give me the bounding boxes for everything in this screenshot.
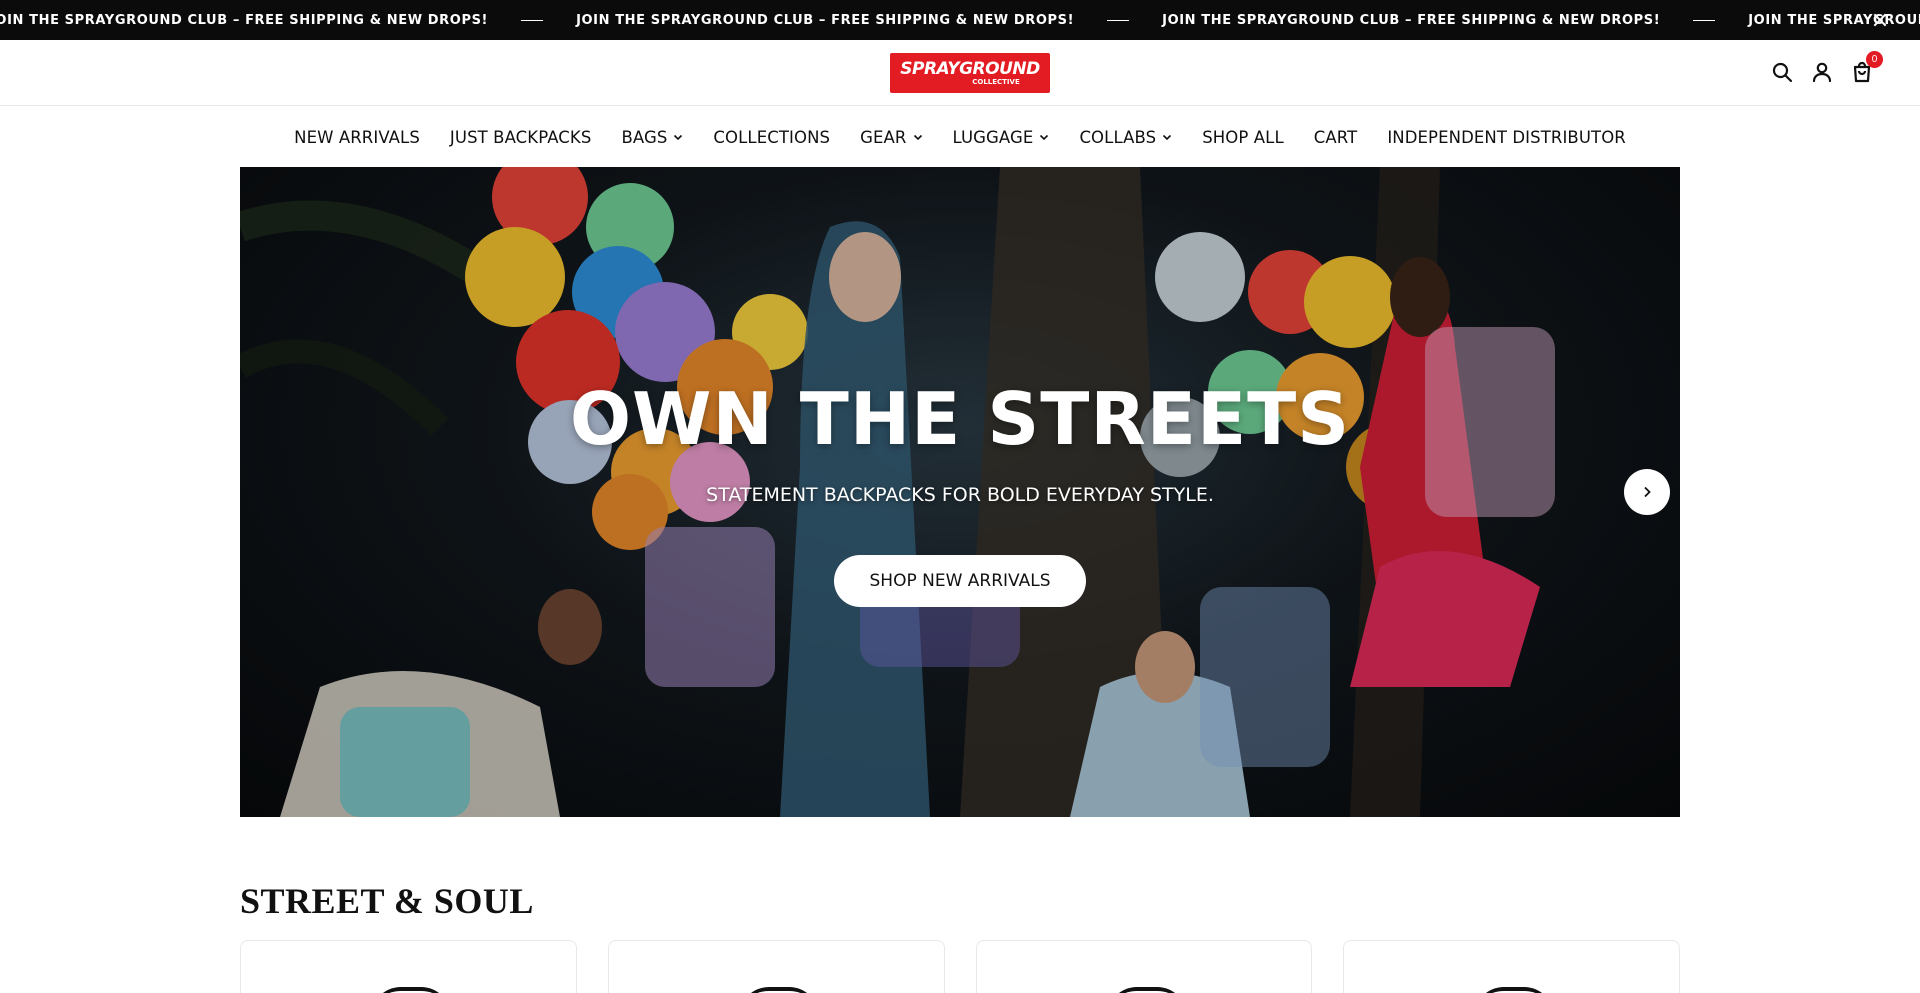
section-title: STREET & SOUL: [240, 881, 534, 921]
product-card[interactable]: [240, 940, 577, 993]
product-image: [1474, 987, 1555, 993]
product-card[interactable]: [1343, 940, 1680, 993]
announcement-message[interactable]: JOIN THE SPRAYGROUND CLUB – FREE SHIPPIN…: [576, 13, 1074, 28]
hero-title: OWN THE STREETS: [569, 377, 1351, 461]
nav-item-collabs[interactable]: COLLABS: [1079, 128, 1172, 147]
site-header: SPRAYGROUND COLLECTIVE 0: [0, 40, 1920, 106]
nav-item-luggage[interactable]: LUGGAGE: [953, 128, 1050, 147]
product-card[interactable]: [975, 940, 1313, 993]
chevron-down-icon: [674, 134, 683, 141]
announcement-bar: JOIN THE SPRAYGROUND CLUB – FREE SHIPPIN…: [0, 0, 1920, 40]
nav-item-new-arrivals[interactable]: NEW ARRIVALS: [294, 128, 420, 147]
logo-subtitle: COLLECTIVE: [972, 78, 1020, 86]
nav-item-cart[interactable]: CART: [1314, 128, 1358, 147]
cart-count-badge: 0: [1866, 51, 1883, 68]
product-card[interactable]: [607, 940, 945, 993]
chevron-down-icon: [1040, 134, 1049, 141]
nav-item-label: BAGS: [621, 127, 668, 147]
announcement-divider: [1107, 19, 1130, 21]
nav-item-label: LUGGAGE: [952, 127, 1034, 147]
cart-button[interactable]: 0: [1850, 51, 1883, 84]
nav-item-label: JUST BACKPACKS: [449, 127, 592, 147]
nav-item-label: INDEPENDENT DISTRIBUTOR: [1387, 127, 1626, 147]
announcement-divider: [521, 19, 544, 21]
carousel-next-button[interactable]: [1624, 469, 1670, 515]
nav-item-label: SHOP ALL: [1202, 127, 1284, 147]
hero-subtitle: STATEMENT BACKPACKS FOR BOLD EVERYDAY ST…: [706, 484, 1214, 506]
announcement-divider: [1693, 19, 1716, 21]
nav-item-label: CART: [1313, 127, 1358, 147]
hero-content: OWN THE STREETS STATEMENT BACKPACKS FOR …: [240, 167, 1680, 817]
search-icon[interactable]: [1770, 60, 1794, 84]
product-image: [371, 987, 451, 993]
header-icons: 0: [1770, 51, 1883, 84]
announcement-message[interactable]: JOIN THE SPRAYGROUND CLUB – FREE SHIPPIN…: [1748, 13, 1920, 28]
nav-item-independent-distributor[interactable]: INDEPENDENT DISTRIBUTOR: [1387, 128, 1626, 147]
announcement-message[interactable]: JOIN THE SPRAYGROUND CLUB – FREE SHIPPIN…: [1162, 13, 1660, 28]
announcement-track: JOIN THE SPRAYGROUND CLUB – FREE SHIPPIN…: [0, 0, 1920, 40]
site-logo[interactable]: SPRAYGROUND COLLECTIVE: [890, 53, 1050, 93]
shop-new-arrivals-button[interactable]: SHOP NEW ARRIVALS: [834, 555, 1086, 607]
chevron-right-icon: [1644, 486, 1651, 498]
product-card-row: [240, 940, 1680, 993]
nav-item-label: COLLECTIONS: [713, 127, 831, 147]
nav-item-label: GEAR: [860, 127, 907, 147]
product-image: [738, 987, 819, 993]
main-nav: NEW ARRIVALS JUST BACKPACKS BAGS COLLECT…: [0, 107, 1920, 167]
account-icon[interactable]: [1810, 60, 1834, 84]
logo-wordmark: SPRAYGROUND: [900, 59, 1040, 79]
nav-item-gear[interactable]: GEAR: [860, 128, 922, 147]
nav-item-just-backpacks[interactable]: JUST BACKPACKS: [450, 128, 592, 147]
announcement-message[interactable]: JOIN THE SPRAYGROUND CLUB – FREE SHIPPIN…: [0, 13, 488, 28]
product-image: [1106, 987, 1187, 993]
nav-item-label: NEW ARRIVALS: [294, 127, 420, 147]
nav-item-shop-all[interactable]: SHOP ALL: [1202, 128, 1284, 147]
chevron-down-icon: [1163, 134, 1172, 141]
nav-item-bags[interactable]: BAGS: [621, 128, 683, 147]
nav-item-collections[interactable]: COLLECTIONS: [713, 128, 830, 147]
close-icon[interactable]: [1870, 10, 1890, 30]
nav-item-label: COLLABS: [1079, 127, 1157, 147]
hero-banner: OWN THE STREETS STATEMENT BACKPACKS FOR …: [240, 167, 1680, 817]
chevron-down-icon: [913, 134, 922, 141]
